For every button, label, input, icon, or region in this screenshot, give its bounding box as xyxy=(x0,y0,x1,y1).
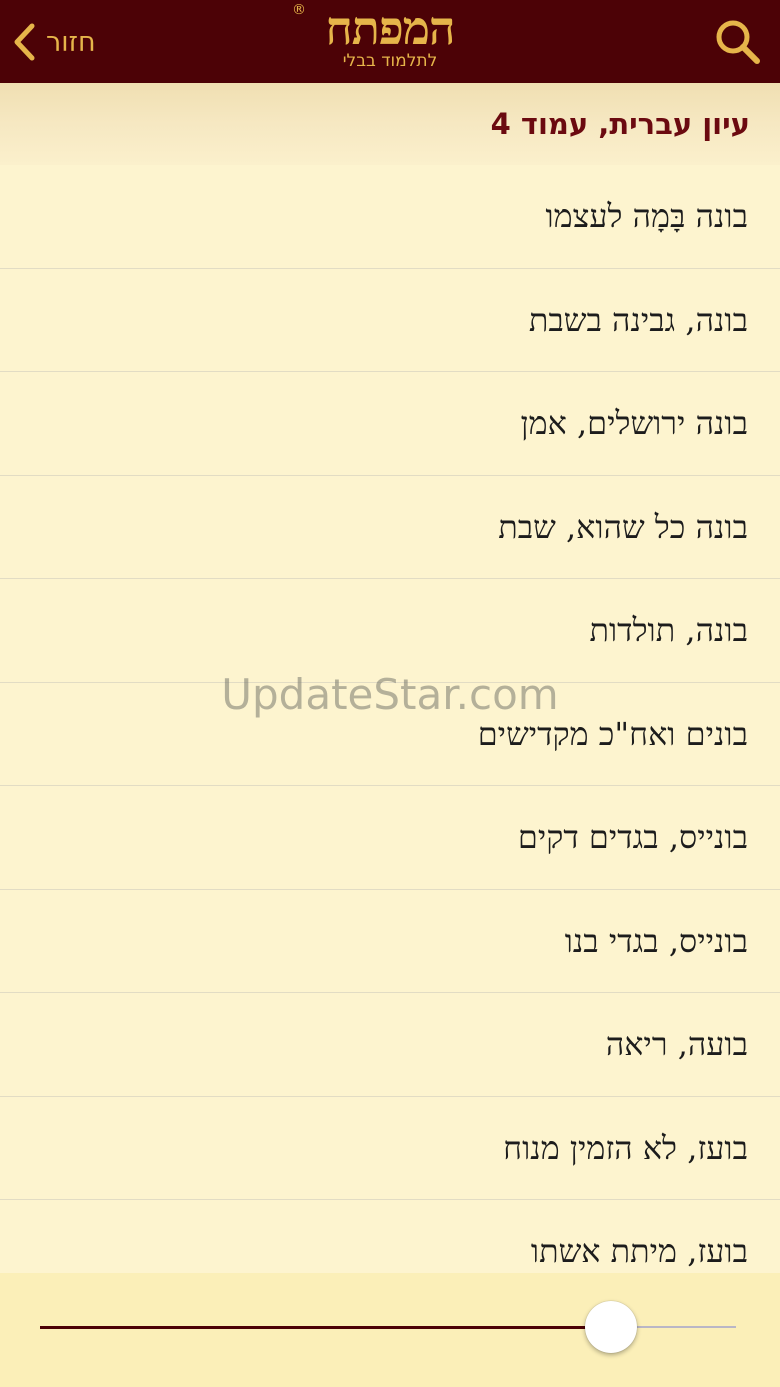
list-item-label: בונים ואח"כ מקדישים xyxy=(477,714,748,753)
list-item[interactable]: בועז, לא הזמין מנוח xyxy=(0,1097,780,1200)
list-item[interactable]: בונה ירושלים, אמן xyxy=(0,372,780,476)
list-item[interactable]: בונייס, בגדי בנו xyxy=(0,890,780,993)
slider-track-filled[interactable] xyxy=(40,1326,611,1329)
top-bar: חזור ® המפתח לתלמוד בבלי xyxy=(0,0,780,83)
entries-list[interactable]: בונה בָּמָה לעצמו בונה, גבינה בשבת בונה … xyxy=(0,165,780,1273)
list-item-label: בונה בָּמָה לעצמו xyxy=(545,197,748,236)
list-item-label: בועה, ריאה xyxy=(605,1025,748,1064)
list-item[interactable]: בועה, ריאה xyxy=(0,993,780,1097)
search-button[interactable] xyxy=(714,18,762,66)
list-item-label: בונייס, בגדים דקים xyxy=(517,818,748,857)
list-item-label: בועז, מיתת אשתו xyxy=(530,1232,748,1271)
app-logo: ® המפתח לתלמוד בבלי xyxy=(290,0,490,80)
page-title: עיון עברית, עמוד 4 xyxy=(490,107,750,141)
list-item-label: בונייס, בגדי בנו xyxy=(564,921,748,960)
list-item-label: בונה כל שהוא, שבת xyxy=(498,507,748,546)
list-item-label: בועז, לא הזמין מנוח xyxy=(503,1128,748,1167)
list-item[interactable]: בונה, תולדות xyxy=(0,579,780,683)
logo-registered-mark: ® xyxy=(292,2,306,18)
list-item[interactable]: בונה, גבינה בשבת xyxy=(0,269,780,372)
list-item[interactable]: בונה כל שהוא, שבת xyxy=(0,476,780,579)
back-label: חזור xyxy=(46,26,96,58)
list-item[interactable]: בונה בָּמָה לעצמו xyxy=(0,165,780,269)
list-item-label: בונה ירושלים, אמן xyxy=(520,404,748,443)
chevron-left-icon xyxy=(14,23,35,61)
list-item[interactable]: בועז, מיתת אשתו xyxy=(0,1200,780,1273)
logo-subtitle: לתלמוד בבלי xyxy=(342,51,438,71)
list-item-label: בונה, תולדות xyxy=(589,611,748,650)
back-button[interactable]: חזור xyxy=(12,18,96,66)
section-header: עיון עברית, עמוד 4 xyxy=(0,83,780,165)
search-icon xyxy=(716,20,760,64)
list-item[interactable]: בונייס, בגדים דקים xyxy=(0,786,780,890)
logo-title: המפתח xyxy=(325,1,455,55)
list-item[interactable]: בונים ואח"כ מקדישים xyxy=(0,683,780,786)
list-item-label: בונה, גבינה בשבת xyxy=(528,300,748,339)
slider-thumb[interactable] xyxy=(584,1301,637,1353)
bottom-toolbar xyxy=(0,1273,780,1387)
